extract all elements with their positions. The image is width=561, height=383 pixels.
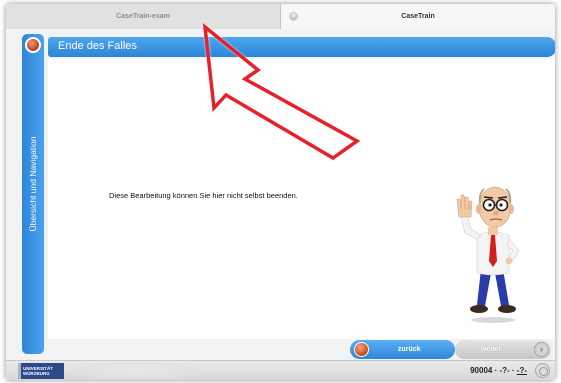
close-icon[interactable]: ⊗: [289, 12, 298, 21]
case-id: 90004 · -?- · -?-: [470, 366, 527, 375]
content-area: Diese Bearbeitung können Sie hier nicht …: [48, 59, 555, 339]
character-illustration: [456, 186, 520, 323]
tab-label: CaseTrain-exam: [116, 13, 170, 20]
back-button-label: zurück: [398, 346, 421, 353]
next-button-label: weiter: [481, 346, 502, 353]
university-logo: UNIVERSITÄT WÜRZBURG: [18, 363, 64, 379]
next-chevron-icon: ›: [534, 342, 549, 357]
case-id-part-b: -?-: [516, 366, 527, 375]
next-button[interactable]: weiter ›: [455, 340, 551, 359]
case-id-part-a: -?-: [499, 366, 510, 375]
info-message: Diese Bearbeitung können Sie hier nicht …: [109, 191, 298, 200]
case-id-separator: ·: [509, 366, 517, 375]
back-orb-icon: [354, 342, 369, 357]
tab-label: CaseTrain: [401, 13, 435, 20]
case-id-prefix: 90004 ·: [470, 366, 500, 375]
footer-bar: UNIVERSITÄT WÜRZBURG 90004 · -?- · -?-: [6, 360, 555, 380]
tab-bar: CaseTrain-exam ⊗ CaseTrain: [6, 4, 555, 29]
footer-seal: [76, 362, 196, 379]
page-header: Ende des Falles: [48, 37, 555, 57]
sidebar-label: Übersicht und Navigation: [28, 136, 38, 232]
help-icon[interactable]: [535, 363, 550, 378]
page-title: Ende des Falles: [58, 40, 137, 52]
tab-casetrain-exam[interactable]: CaseTrain-exam: [6, 4, 281, 29]
nav-orb-icon[interactable]: [25, 37, 41, 53]
back-button[interactable]: zurück: [350, 340, 455, 359]
navigation-sidebar[interactable]: Übersicht und Navigation: [22, 34, 44, 354]
logo-line2: WÜRZBURG: [23, 371, 50, 376]
app-window: CaseTrain-exam ⊗ CaseTrain Übersicht und…: [6, 4, 555, 380]
tab-casetrain[interactable]: ⊗ CaseTrain: [281, 4, 555, 29]
